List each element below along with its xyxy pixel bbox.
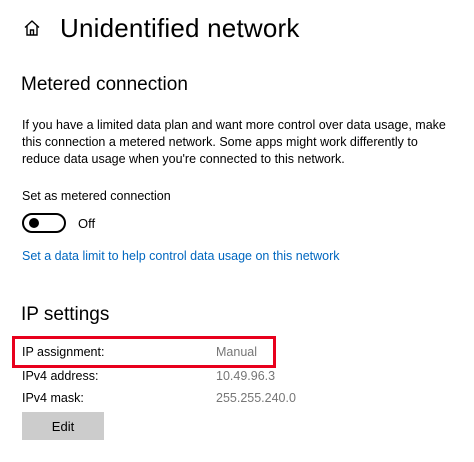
metered-toggle-row: Off [22, 213, 95, 233]
ipv4-address-value: 10.49.96.3 [216, 369, 276, 383]
ipv4-address-label: IPv4 address: [22, 369, 99, 383]
ip-assignment-label: IP assignment: [22, 345, 105, 359]
home-button[interactable] [20, 16, 44, 40]
ip-assignment-value: Manual [216, 345, 257, 359]
settings-page: Unidentified network Metered connection … [0, 0, 474, 462]
metered-toggle-label: Set as metered connection [22, 189, 171, 203]
page-title: Unidentified network [60, 12, 300, 43]
ipv4-mask-value: 255.255.240.0 [216, 391, 296, 405]
metered-description: If you have a limited data plan and want… [22, 118, 446, 166]
metered-section-title: Metered connection [21, 74, 188, 95]
ipv4-mask-label: IPv4 mask: [22, 391, 84, 405]
toggle-state-label: Off [78, 215, 96, 231]
page-header: Unidentified network [20, 8, 300, 48]
edit-button[interactable]: Edit [22, 412, 104, 440]
data-limit-link[interactable]: Set a data limit to help control data us… [22, 249, 340, 263]
home-icon [24, 20, 40, 36]
toggle-knob [29, 218, 39, 228]
ip-settings-title: IP settings [21, 304, 110, 325]
metered-toggle[interactable] [22, 213, 66, 233]
